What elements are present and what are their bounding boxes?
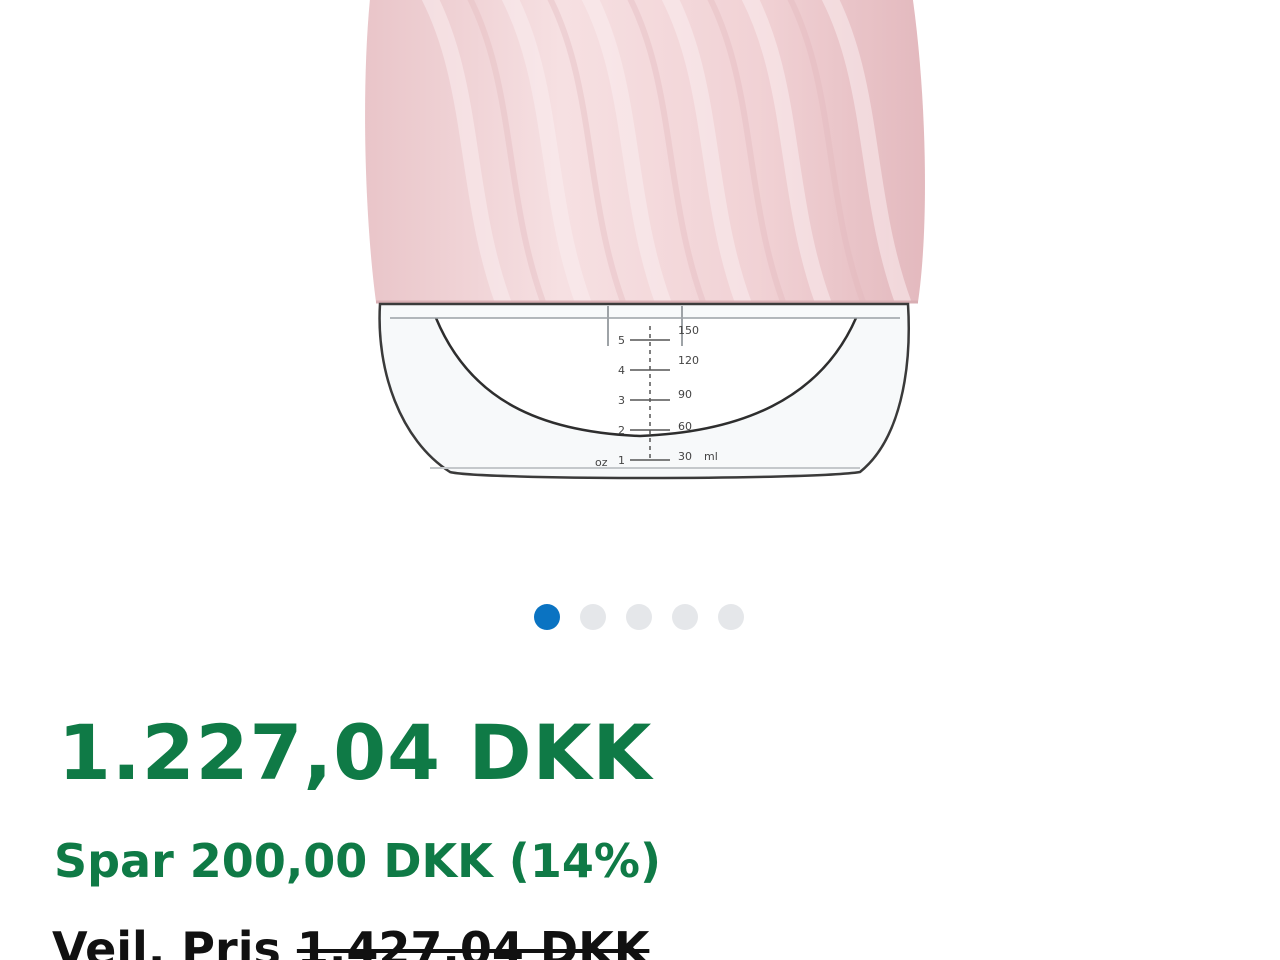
carousel-pagination [534,604,744,630]
oz-mark: 3 [618,394,625,407]
ml-mark: 90 [678,388,692,401]
product-image[interactable]: 5 4 3 2 1 oz 150 120 90 60 30 ml [340,0,940,500]
product-page: 5 4 3 2 1 oz 150 120 90 60 30 ml 1.227,0… [0,0,1280,960]
carousel-dot-1[interactable] [534,604,560,630]
ml-mark: 120 [678,354,699,367]
current-price: 1.227,04 DKK [58,708,653,797]
carousel-dot-3[interactable] [626,604,652,630]
original-price: 1.427,04 DKK [296,922,650,960]
ml-mark: 150 [678,324,699,337]
oz-mark: 1 [618,454,625,467]
oz-mark: 5 [618,334,625,347]
oz-mark: 4 [618,364,625,377]
ml-unit: ml [704,450,718,463]
carousel-dot-5[interactable] [718,604,744,630]
oz-unit: oz [595,456,608,469]
savings-text: Spar 200,00 DKK (14%) [54,834,661,888]
carousel-dot-2[interactable] [580,604,606,630]
recommended-price: Vejl. Pris 1.427,04 DKK [52,922,649,960]
collection-cup: 5 4 3 2 1 oz 150 120 90 60 30 ml [378,302,910,480]
carousel-dot-4[interactable] [672,604,698,630]
oz-mark: 2 [618,424,625,437]
ml-mark: 30 [678,450,692,463]
ml-mark: 60 [678,420,692,433]
pump-shell [365,0,925,304]
recommended-price-label: Vejl. Pris [52,922,281,960]
